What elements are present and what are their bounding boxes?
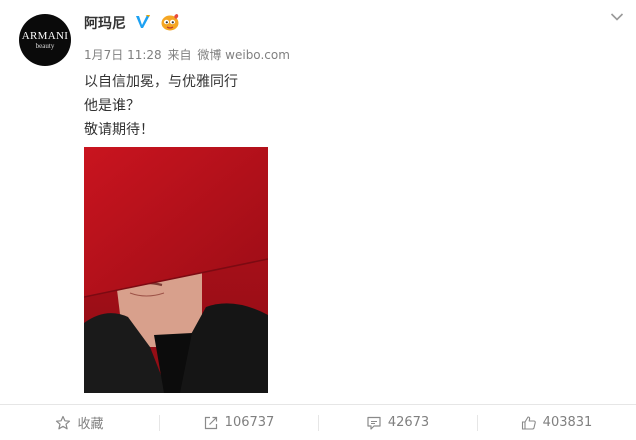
post-line: 他是谁？ xyxy=(84,98,140,114)
post-meta: 1月7日 11:28 来自 微博 weibo.com xyxy=(84,46,292,63)
repost-button[interactable]: 106737 xyxy=(159,405,318,440)
emoji-badge-icon[interactable] xyxy=(160,13,180,31)
post-source[interactable]: 微博 weibo.com xyxy=(197,48,290,62)
post-line: 以自信加冕，与优雅同行 xyxy=(84,74,238,90)
avatar-sub-text: beauty xyxy=(35,41,55,50)
post-text: 以自信加冕，与优雅同行 他是谁？ 敬请期待！ xyxy=(84,70,238,142)
action-bar: 收藏 106737 42673 403831 xyxy=(0,405,636,440)
avatar[interactable]: ARMANI beauty xyxy=(19,14,71,66)
repost-count: 106737 xyxy=(224,415,275,430)
thumbs-up-icon xyxy=(521,415,536,430)
comment-count: 42673 xyxy=(387,415,430,430)
post-time[interactable]: 1月7日 11:28 xyxy=(84,48,162,62)
like-button[interactable]: 403831 xyxy=(477,405,636,440)
portrait-photo[interactable] xyxy=(84,147,268,393)
account-name[interactable]: 阿玛尼 xyxy=(84,13,126,33)
avatar-brand-text: ARMANI xyxy=(21,29,69,42)
verified-v-badge-icon[interactable] xyxy=(134,13,152,31)
post-source-prefix: 来自 xyxy=(167,48,192,62)
chevron-down-icon[interactable] xyxy=(610,12,624,22)
comment-icon xyxy=(367,416,381,430)
comment-button[interactable]: 42673 xyxy=(318,405,477,440)
star-icon xyxy=(56,415,71,429)
favorite-button[interactable]: 收藏 xyxy=(0,405,159,440)
share-icon xyxy=(204,416,217,429)
post-line: 敬请期待！ xyxy=(84,122,154,138)
favorite-label: 收藏 xyxy=(77,417,104,432)
like-count: 403831 xyxy=(542,415,593,430)
